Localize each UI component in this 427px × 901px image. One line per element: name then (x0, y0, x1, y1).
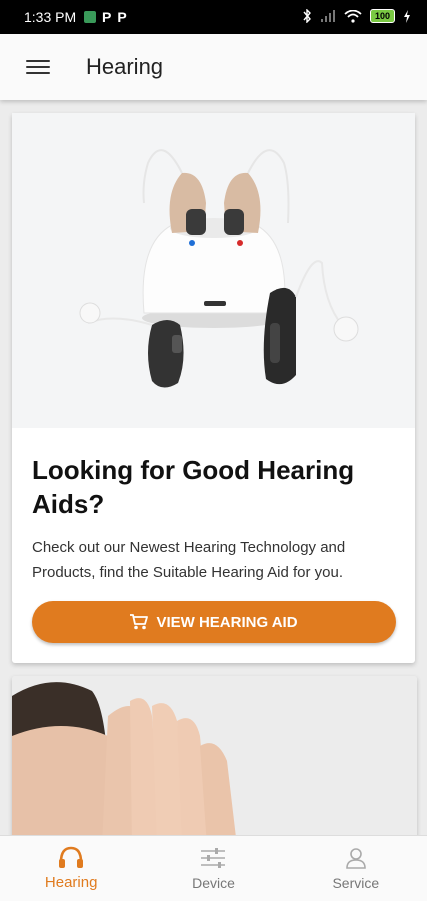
nav-label-service: Service (332, 874, 380, 891)
sliders-icon (201, 847, 226, 868)
promo-heading: Looking for Good Hearing Aids? (32, 455, 355, 519)
person-listening-image (12, 676, 417, 846)
person-icon (346, 847, 366, 869)
app-bar: Hearing (0, 34, 427, 100)
charging-icon (404, 9, 410, 23)
view-hearing-aid-label: VIEW HEARING AID (156, 613, 298, 631)
hamburger-menu-icon[interactable] (26, 56, 50, 76)
view-hearing-aid-button[interactable]: VIEW HEARING AID (32, 601, 396, 643)
nav-label-device: Device (192, 874, 235, 891)
promo-description: Check out our Newest Hearing Technology … (32, 539, 346, 581)
p-notification-icon: P (117, 9, 127, 25)
nav-item-hearing[interactable]: Hearing (0, 836, 142, 901)
status-time: 1:33 PM (24, 9, 77, 25)
nav-item-service[interactable]: Service (285, 836, 427, 901)
notification-icons: P P (84, 10, 127, 24)
nav-label-hearing: Hearing (44, 874, 98, 891)
status-right: 100 (302, 9, 411, 23)
wifi-icon (344, 9, 362, 23)
page-title: Hearing (86, 54, 164, 79)
shopping-cart-icon (130, 614, 149, 630)
p-notification-icon: P (102, 9, 112, 25)
bluetooth-icon (303, 9, 311, 23)
hearing-aid-product-image (12, 113, 415, 428)
app-notification-icon (84, 11, 96, 23)
nav-item-device[interactable]: Device (142, 836, 284, 901)
signal-icon (320, 9, 335, 22)
hearing-test-card[interactable] (12, 676, 417, 846)
headphones-icon (59, 846, 84, 868)
battery-indicator: 100 (369, 9, 395, 23)
hearing-aid-promo-card: Looking for Good Hearing Aids? Check out… (12, 113, 415, 663)
bottom-navigation: Hearing Device Service (0, 835, 427, 901)
status-bar: 1:33 PM P P 100 (0, 0, 427, 34)
